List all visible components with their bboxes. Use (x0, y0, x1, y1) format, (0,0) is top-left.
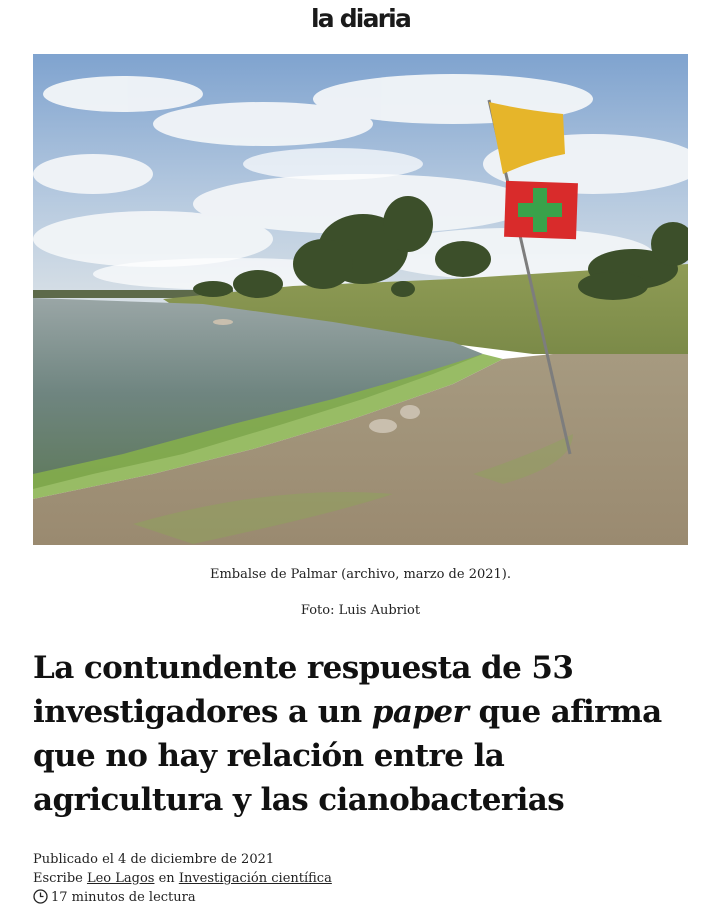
photo-caption: Embalse de Palmar (archivo, marzo de 202… (209, 567, 511, 582)
publish-date: Publicado el 4 de diciembre de 2021 (33, 852, 275, 867)
headline-emphasis: paper (371, 694, 469, 730)
photo-credit: Foto: Luis Aubriot (300, 603, 421, 618)
byline-prefix: Escribe (33, 871, 87, 886)
article-headline: La contundente respuesta de 53 investiga… (33, 646, 693, 822)
article-meta: Publicado el 4 de diciembre de 2021 Escr… (33, 850, 332, 910)
byline: Escribe Leo Lagos en Investigación cient… (33, 869, 332, 888)
hero-photo (33, 54, 688, 545)
section-link[interactable]: Investigación científica (179, 871, 332, 886)
author-link[interactable]: Leo Lagos (87, 871, 155, 886)
clock-icon (33, 889, 48, 910)
reading-time: 17 minutos de lectura (33, 888, 332, 910)
byline-middle: en (154, 871, 179, 886)
site-logo[interactable]: la diaria (0, 4, 721, 33)
reading-time-label: 17 minutos de lectura (51, 890, 196, 905)
